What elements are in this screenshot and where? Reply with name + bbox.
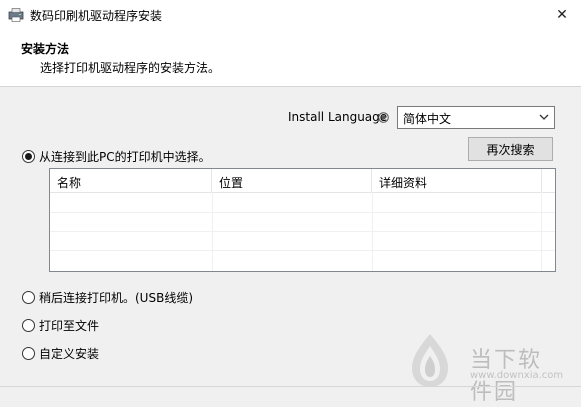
- grid-line: [50, 231, 555, 232]
- option-label-connect-later: 稍后连接打印机。(USB线缆): [39, 291, 193, 305]
- grid-column-line: [541, 192, 542, 271]
- page-description: 选择打印机驱动程序的安装方法。: [40, 61, 221, 75]
- watermark: 当下软件园 www.downxia.com: [395, 330, 565, 405]
- header-divider: [50, 192, 555, 193]
- wizard-header: 安装方法 选择打印机驱动程序的安装方法。: [0, 30, 581, 87]
- close-icon: ✕: [556, 7, 568, 23]
- grid-line: [50, 250, 555, 251]
- option-custom-install[interactable]: 自定义安装: [22, 345, 99, 362]
- option-print-to-file[interactable]: 打印至文件: [22, 317, 99, 334]
- option-select-connected[interactable]: 从连接到此PC的打印机中选择。: [22, 148, 211, 165]
- printer-app-icon: [8, 8, 24, 22]
- close-button[interactable]: ✕: [543, 0, 581, 30]
- page-title: 安装方法: [21, 42, 70, 56]
- language-select-value: 简体中文: [403, 112, 452, 126]
- option-label-print-to-file: 打印至文件: [39, 319, 100, 333]
- watermark-logo-icon: [412, 334, 448, 387]
- chevron-down-icon: [539, 114, 549, 120]
- grid-column-line: [372, 192, 373, 271]
- column-header-name[interactable]: 名称: [50, 169, 212, 192]
- window-title: 数码印刷机驱动程序安装: [30, 9, 163, 23]
- radio-connect-later[interactable]: [22, 291, 35, 304]
- title-bar: 数码印刷机驱动程序安装 ✕: [0, 0, 581, 30]
- column-header-location[interactable]: 位置: [212, 169, 372, 192]
- column-header-details[interactable]: 详细资料: [372, 169, 542, 192]
- watermark-url: www.downxia.com: [470, 370, 564, 381]
- info-icon[interactable]: [378, 112, 389, 123]
- language-select[interactable]: 简体中文: [397, 106, 555, 129]
- option-label-custom-install: 自定义安装: [39, 347, 100, 361]
- install-language-label: Install Language: [288, 110, 388, 124]
- radio-print-to-file[interactable]: [22, 319, 35, 332]
- radio-select-connected[interactable]: [22, 150, 35, 163]
- grid-line: [50, 212, 555, 213]
- option-connect-later[interactable]: 稍后连接打印机。(USB线缆): [22, 289, 193, 306]
- printer-list-table[interactable]: 名称 位置 详细资料: [49, 168, 556, 272]
- grid-column-line: [212, 192, 213, 271]
- option-label-select-connected: 从连接到此PC的打印机中选择。: [39, 150, 211, 164]
- search-again-button[interactable]: 再次搜索: [468, 137, 553, 161]
- bottom-divider: [0, 386, 581, 387]
- radio-custom-install[interactable]: [22, 347, 35, 360]
